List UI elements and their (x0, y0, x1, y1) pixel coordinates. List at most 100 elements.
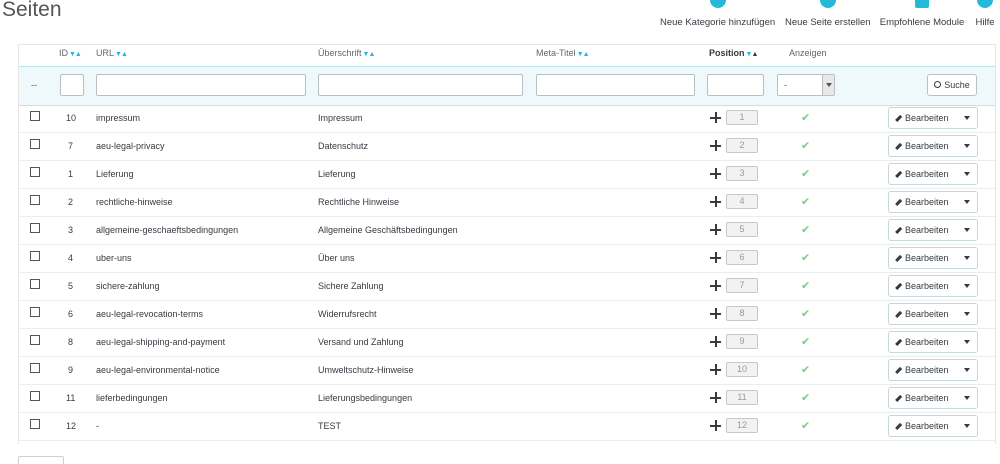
check-icon[interactable]: ✔ (801, 167, 810, 180)
column-header-heading[interactable]: Überschrift▼▲ (318, 48, 376, 58)
filter-display-select[interactable]: - (777, 74, 835, 96)
edit-button[interactable]: Bearbeiten (889, 108, 961, 128)
move-icon[interactable] (710, 140, 721, 151)
row-checkbox[interactable] (30, 279, 40, 289)
row-checkbox[interactable] (30, 139, 40, 149)
check-icon[interactable]: ✔ (801, 307, 810, 320)
row-checkbox[interactable] (30, 111, 40, 121)
move-icon[interactable] (710, 196, 721, 207)
edit-button-group: Bearbeiten (888, 163, 978, 185)
move-icon[interactable] (710, 336, 721, 347)
check-icon[interactable]: ✔ (801, 391, 810, 404)
column-header-meta-title[interactable]: Meta-Titel▼▲ (536, 48, 590, 58)
search-button[interactable]: Suche (927, 74, 977, 96)
caret-down-icon[interactable] (959, 304, 977, 324)
edit-button[interactable]: Bearbeiten (889, 192, 961, 212)
check-icon[interactable]: ✔ (801, 111, 810, 124)
caret-down-icon[interactable] (959, 220, 977, 240)
column-header-position[interactable]: Position▼▲ (709, 48, 759, 58)
sort-arrows-icon[interactable]: ▼▲ (363, 51, 376, 58)
edit-button-label: Bearbeiten (905, 337, 949, 347)
edit-button[interactable]: Bearbeiten (889, 416, 961, 436)
check-icon[interactable]: ✔ (801, 195, 810, 208)
move-icon[interactable] (710, 252, 721, 263)
table-row: 9 aeu-legal-environmental-notice Umwelts… (19, 357, 995, 385)
pencil-icon (895, 226, 902, 234)
column-header-url[interactable]: URL▼▲ (96, 48, 128, 58)
caret-down-icon[interactable] (959, 164, 977, 184)
table-row: 6 aeu-legal-revocation-terms Widerrufsre… (19, 301, 995, 329)
move-icon[interactable] (710, 308, 721, 319)
filter-heading-input[interactable] (318, 74, 523, 96)
edit-button[interactable]: Bearbeiten (889, 136, 961, 156)
row-url: lieferbedingungen (96, 393, 168, 403)
edit-button[interactable]: Bearbeiten (889, 220, 961, 240)
check-icon[interactable]: ✔ (801, 335, 810, 348)
caret-down-icon[interactable] (959, 360, 977, 380)
edit-button[interactable]: Bearbeiten (889, 304, 961, 324)
row-checkbox[interactable] (30, 307, 40, 317)
caret-down-icon[interactable] (959, 192, 977, 212)
filter-url-input[interactable] (96, 74, 306, 96)
caret-down-icon[interactable] (959, 248, 977, 268)
move-icon[interactable] (710, 168, 721, 179)
filter-id-input[interactable] (60, 74, 84, 96)
bulk-actions-button[interactable] (18, 456, 64, 464)
table-header: ID▼▲ URL▼▲ Überschrift▼▲ Meta-Titel▼▲ Po… (19, 45, 995, 65)
row-checkbox[interactable] (30, 167, 40, 177)
add-page-button[interactable]: Neue Seite erstellen (785, 0, 871, 34)
edit-button-label: Bearbeiten (905, 393, 949, 403)
edit-button[interactable]: Bearbeiten (889, 248, 961, 268)
pencil-icon (895, 198, 902, 206)
row-id: 8 (68, 337, 74, 347)
add-category-button[interactable]: Neue Kategorie hinzufügen (660, 0, 775, 34)
table-row: 7 aeu-legal-privacy Datenschutz 2 ✔ Bear… (19, 133, 995, 161)
recommended-modules-button[interactable]: Empfohlene Module (878, 0, 966, 34)
move-icon[interactable] (710, 364, 721, 375)
check-icon[interactable]: ✔ (801, 251, 810, 264)
caret-down-icon[interactable] (959, 136, 977, 156)
row-checkbox[interactable] (30, 223, 40, 233)
check-icon[interactable]: ✔ (801, 279, 810, 292)
row-url: rechtliche-hinweise (96, 197, 173, 207)
row-checkbox[interactable] (30, 419, 40, 429)
check-icon[interactable]: ✔ (801, 419, 810, 432)
filter-position-input[interactable] (707, 74, 764, 96)
row-heading: Über uns (318, 253, 355, 263)
edit-button[interactable]: Bearbeiten (889, 276, 961, 296)
edit-button[interactable]: Bearbeiten (889, 164, 961, 184)
caret-down-icon[interactable] (959, 332, 977, 352)
move-icon[interactable] (710, 112, 721, 123)
edit-button[interactable]: Bearbeiten (889, 332, 961, 352)
column-header-id[interactable]: ID▼▲ (59, 48, 82, 58)
row-checkbox[interactable] (30, 251, 40, 261)
edit-button[interactable]: Bearbeiten (889, 388, 961, 408)
move-icon[interactable] (710, 420, 721, 431)
edit-button[interactable]: Bearbeiten (889, 360, 961, 380)
row-checkbox[interactable] (30, 391, 40, 401)
caret-down-icon[interactable] (959, 416, 977, 436)
caret-down-icon[interactable] (959, 388, 977, 408)
move-icon[interactable] (710, 280, 721, 291)
row-checkbox[interactable] (30, 363, 40, 373)
check-icon[interactable]: ✔ (801, 223, 810, 236)
move-icon[interactable] (710, 224, 721, 235)
row-checkbox[interactable] (30, 335, 40, 345)
caret-down-icon[interactable] (959, 108, 977, 128)
filter-meta-title-input[interactable] (536, 74, 695, 96)
check-icon[interactable]: ✔ (801, 363, 810, 376)
help-button[interactable]: Hilfe (972, 0, 998, 34)
row-id: 6 (68, 309, 74, 319)
sort-arrows-icon[interactable]: ▼▲ (577, 51, 590, 58)
row-checkbox[interactable] (30, 195, 40, 205)
sort-arrows-icon[interactable]: ▼▲ (115, 51, 128, 58)
caret-down-icon[interactable] (959, 276, 977, 296)
sort-arrows-icon[interactable]: ▼▲ (746, 51, 759, 58)
row-url: aeu-legal-environmental-notice (96, 365, 220, 375)
move-icon[interactable] (710, 392, 721, 403)
table-row: 1 Lieferung Lieferung 3 ✔ Bearbeiten (19, 161, 995, 189)
sort-arrows-icon[interactable]: ▼▲ (69, 51, 82, 58)
pencil-icon (895, 142, 902, 150)
check-icon[interactable]: ✔ (801, 139, 810, 152)
row-id: 7 (68, 141, 74, 151)
